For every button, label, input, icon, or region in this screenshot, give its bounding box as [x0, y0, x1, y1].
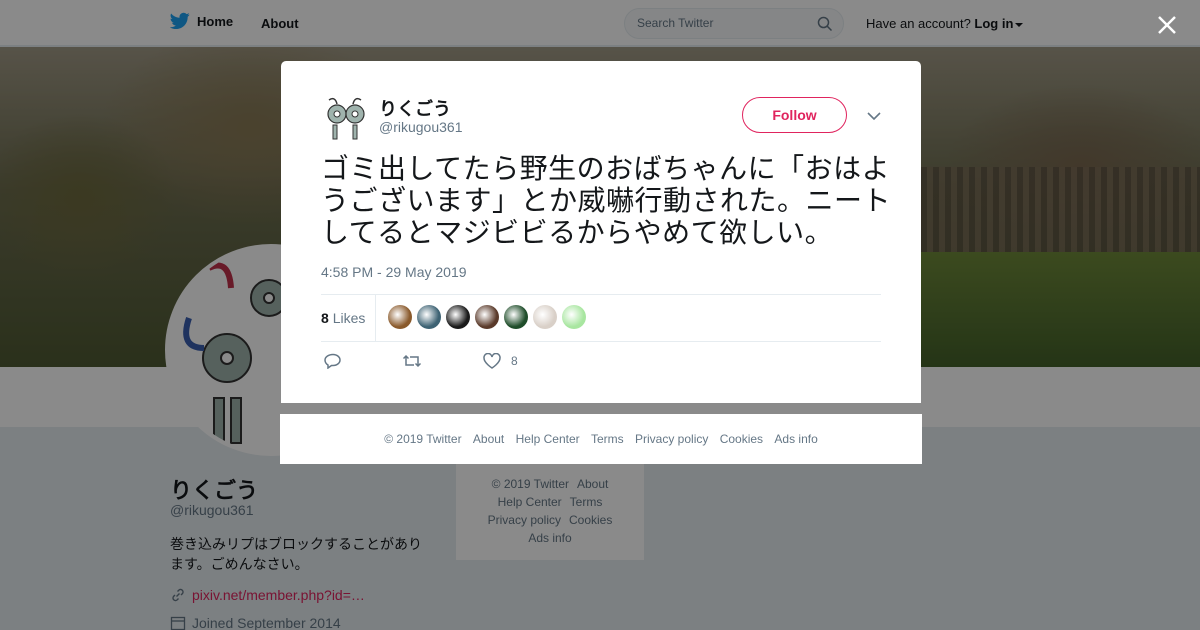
liker-avatar[interactable] [562, 305, 586, 329]
likes-label: Likes [332, 310, 366, 326]
liker-avatar[interactable] [504, 305, 528, 329]
likes-stat[interactable]: 8 Likes [321, 310, 365, 326]
footer-privacy-link[interactable]: Privacy policy [635, 432, 708, 446]
footer-about-link[interactable]: About [473, 432, 504, 446]
retweet-button[interactable] [402, 353, 422, 369]
retweet-icon [402, 354, 422, 368]
footer-terms-link[interactable]: Terms [591, 432, 624, 446]
close-icon[interactable] [1155, 13, 1179, 37]
liker-avatar[interactable] [475, 305, 499, 329]
like-count: 8 [511, 354, 518, 368]
footer-copyright: © 2019 Twitter [384, 432, 462, 446]
tweet-stats: 8 Likes [321, 294, 881, 342]
heart-icon [483, 353, 501, 369]
liker-avatar[interactable] [417, 305, 441, 329]
reply-button[interactable] [324, 353, 342, 369]
liker-avatar[interactable] [446, 305, 470, 329]
likers-list [388, 305, 586, 329]
reply-icon [324, 353, 341, 369]
tweet-timestamp[interactable]: 4:58 PM - 29 May 2019 [321, 264, 467, 280]
tweet-actions: 8 [321, 353, 881, 373]
author-name[interactable]: りくごう [379, 95, 451, 121]
footer-cookies-link[interactable]: Cookies [720, 432, 763, 446]
follow-button[interactable]: Follow [742, 97, 847, 133]
footer-help-link[interactable]: Help Center [516, 432, 580, 446]
liker-avatar[interactable] [533, 305, 557, 329]
stats-divider [375, 295, 376, 341]
footer-ads-link[interactable]: Ads info [774, 432, 817, 446]
tweet-text: ゴミ出してたら野生のおばちゃんに「おはようございます」とか威嚇行動された。ニート… [321, 153, 892, 248]
modal-footer: © 2019 Twitter About Help Center Terms P… [280, 414, 922, 464]
likes-count: 8 [321, 310, 329, 326]
chevron-down-icon[interactable] [867, 111, 881, 121]
author-handle[interactable]: @rikugou361 [379, 119, 463, 135]
liker-avatar[interactable] [388, 305, 412, 329]
like-button[interactable]: 8 [483, 353, 518, 369]
author-avatar[interactable] [321, 94, 369, 142]
tweet-modal: りくごう @rikugou361 Follow ゴミ出してたら野生のおばちゃんに… [281, 61, 921, 403]
